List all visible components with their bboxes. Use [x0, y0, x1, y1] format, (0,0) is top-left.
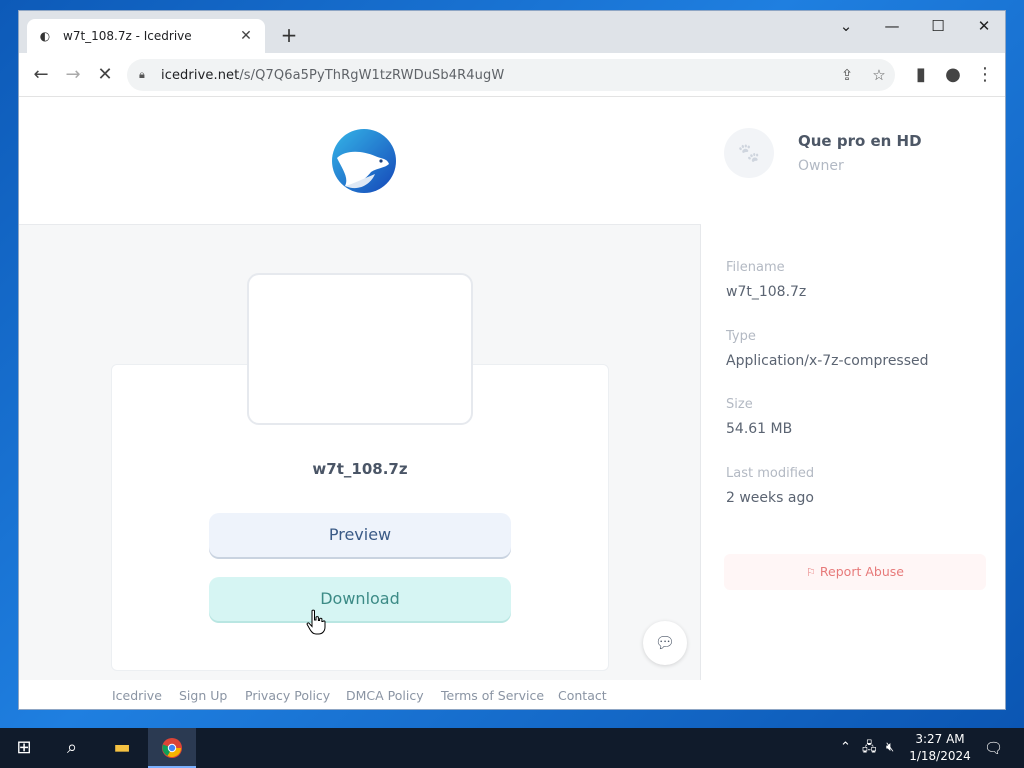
browser-toolbar: ← → ✕ 🔒︎ icedrive.net/s/Q7Q6a5PyThRgW1tz… — [19, 53, 1005, 97]
volume-muted-icon[interactable]: 🔇︎ — [886, 728, 894, 768]
type-label: Type — [726, 329, 756, 344]
file-thumbnail — [247, 273, 473, 425]
show-hidden-icons-icon[interactable]: ⌃ — [840, 728, 851, 768]
footer-link-terms[interactable]: Terms of Service — [441, 688, 544, 703]
web-page: w7t_108.7z Preview Download 💬︎ Icedrive … — [19, 98, 1005, 709]
footer-link-contact[interactable]: Contact — [558, 688, 607, 703]
close-window-icon[interactable]: ✕ — [961, 11, 1005, 41]
modified-value: 2 weeks ago — [726, 490, 814, 506]
loading-favicon-icon: ◐ — [39, 29, 51, 43]
filename-label: Filename — [726, 260, 785, 275]
share-icon[interactable]: ⇪ — [835, 63, 859, 87]
header-logo-area — [19, 98, 701, 225]
file-explorer-icon[interactable]: ▬ — [98, 728, 146, 768]
download-button[interactable]: Download — [209, 577, 511, 621]
windows-start-icon[interactable]: ⊞ — [0, 728, 48, 768]
footer-link-icedrive[interactable]: Icedrive — [112, 688, 162, 703]
browser-tab[interactable]: ◐ w7t_108.7z - Icedrive ✕ — [27, 19, 265, 53]
profile-icon[interactable]: ● — [939, 61, 967, 89]
new-tab-icon[interactable]: + — [277, 23, 301, 47]
owner-role: Owner — [798, 158, 844, 174]
file-details-panel: 🐾︎ Que pro en HD Owner Filename w7t_108.… — [702, 98, 1005, 709]
file-name-heading: w7t_108.7z — [312, 460, 408, 478]
clock-time: 3:27 AM — [915, 732, 965, 746]
owner-avatar-paw-icon: 🐾︎ — [724, 128, 774, 178]
footer-link-privacy[interactable]: Privacy Policy — [245, 688, 330, 703]
forward-icon[interactable]: → — [59, 61, 87, 89]
footer-link-signup[interactable]: Sign Up — [179, 688, 227, 703]
clock-date: 1/18/2024 — [909, 749, 971, 763]
size-label: Size — [726, 397, 753, 412]
url-text[interactable]: icedrive.net/s/Q7Q6a5PyThRgW1tzRWDuSb4R4… — [161, 68, 504, 83]
main-content: w7t_108.7z Preview Download 💬︎ Icedrive … — [19, 98, 701, 709]
tab-search-icon[interactable]: ⌄ — [823, 11, 869, 41]
report-abuse-label: Report Abuse — [819, 564, 904, 579]
network-icon[interactable]: 🖧︎ — [862, 728, 877, 768]
notifications-icon[interactable]: 🗨︎ — [984, 728, 1003, 768]
flag-icon: ⚐ — [806, 566, 816, 579]
footer-link-dmca[interactable]: DMCA Policy — [346, 688, 424, 703]
tab-strip: ◐ w7t_108.7z - Icedrive ✕ + ⌄ — ☐ ✕ — [19, 11, 1005, 53]
side-panel-icon[interactable]: ▮ — [907, 61, 935, 89]
bookmark-star-icon[interactable]: ☆ — [867, 63, 891, 87]
system-clock[interactable]: 3:27 AM 1/18/2024 — [904, 731, 976, 765]
back-icon[interactable]: ← — [27, 61, 55, 89]
owner-name: Que pro en HD — [798, 132, 922, 150]
icedrive-logo-icon[interactable] — [331, 128, 397, 194]
chrome-logo-icon — [162, 738, 182, 758]
browser-window: ◐ w7t_108.7z - Icedrive ✕ + ⌄ — ☐ ✕ ← → … — [18, 10, 1006, 710]
page-footer: Icedrive Sign Up Privacy Policy DMCA Pol… — [19, 680, 701, 709]
type-value: Application/x-7z-compressed — [726, 353, 929, 369]
hand-cursor-icon — [306, 609, 326, 635]
filename-value: w7t_108.7z — [726, 284, 807, 300]
tab-title: w7t_108.7z - Icedrive — [63, 29, 192, 43]
chrome-icon[interactable] — [148, 728, 196, 768]
size-value: 54.61 MB — [726, 421, 793, 437]
stop-loading-icon[interactable]: ✕ — [91, 61, 119, 89]
address-bar[interactable]: 🔒︎ icedrive.net/s/Q7Q6a5PyThRgW1tzRWDuSb… — [127, 59, 895, 91]
tab-close-icon[interactable]: ✕ — [237, 28, 255, 44]
chat-bubble-icon[interactable]: 💬︎ — [643, 621, 687, 665]
lock-icon: 🔒︎ — [139, 68, 145, 81]
minimize-icon[interactable]: — — [869, 11, 915, 41]
maximize-icon[interactable]: ☐ — [915, 11, 961, 41]
preview-button[interactable]: Preview — [209, 513, 511, 557]
menu-icon[interactable]: ⋮ — [971, 61, 999, 89]
taskbar: ⊞ ⌕ ▬ ⌃ 🖧︎ 🔇︎ 3:27 AM 1/18/2024 🗨︎ — [0, 728, 1024, 768]
report-abuse-button[interactable]: ⚐ Report Abuse — [724, 554, 986, 590]
search-icon[interactable]: ⌕ — [48, 728, 96, 768]
modified-label: Last modified — [726, 466, 815, 481]
